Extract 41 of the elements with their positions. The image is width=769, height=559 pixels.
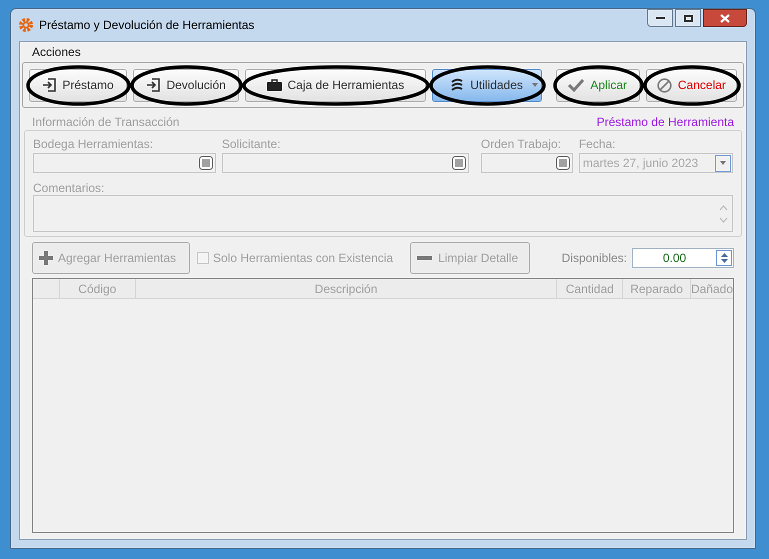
down-arrow-icon xyxy=(720,259,728,263)
gear-icon xyxy=(19,18,33,32)
menu-item[interactable]: Acciones xyxy=(32,43,81,61)
close-icon xyxy=(720,14,730,22)
enter-arrow-icon xyxy=(146,78,160,92)
column-header[interactable]: Dañado xyxy=(690,279,734,298)
close-button[interactable] xyxy=(703,9,747,27)
section-title: Información de Transacción xyxy=(32,114,180,131)
window-title: Préstamo y Devolución de Herramientas xyxy=(39,17,254,34)
prohibited-icon xyxy=(656,78,672,92)
lookup-field[interactable] xyxy=(480,153,573,173)
available-spinner[interactable]: 0.00 xyxy=(632,248,734,268)
maximize-button[interactable] xyxy=(675,9,701,27)
column-header[interactable]: Cantidad xyxy=(557,279,624,298)
plus-icon xyxy=(39,251,53,265)
briefcase-icon xyxy=(266,79,282,91)
up-arrow-icon xyxy=(720,253,728,257)
mode-label: Préstamo de Herramienta xyxy=(596,114,734,131)
column-header[interactable]: Descripción xyxy=(136,279,558,298)
field-label: Disponibles: xyxy=(562,250,627,267)
lookup-field[interactable] xyxy=(33,153,216,173)
list-icon[interactable] xyxy=(452,156,466,170)
column-header[interactable]: Código xyxy=(60,279,136,298)
minimize-button[interactable] xyxy=(647,9,673,27)
lookup-field[interactable] xyxy=(222,153,469,173)
list-icon[interactable] xyxy=(556,156,570,170)
dropdown-arrow-icon xyxy=(720,161,726,165)
list-icon[interactable] xyxy=(198,156,213,170)
field-label: Bodega Herramientas: xyxy=(33,136,154,153)
field-label: Fecha: xyxy=(578,136,617,153)
field-label: Orden Trabajo: xyxy=(480,136,562,153)
minus-icon xyxy=(417,256,432,260)
column-header[interactable]: Reparado xyxy=(623,279,691,298)
field-label: Comentarios: xyxy=(33,180,106,195)
stripes-icon xyxy=(450,78,464,92)
date-field[interactable]: martes 27, junio 2023 xyxy=(578,153,733,173)
checkmark-icon xyxy=(568,78,584,92)
exit-arrow-icon xyxy=(42,78,56,92)
field-label: Solicitante: xyxy=(222,136,282,153)
clear-detail-button[interactable]: Limpiar Detalle xyxy=(410,242,530,274)
caret-icon xyxy=(532,83,538,87)
